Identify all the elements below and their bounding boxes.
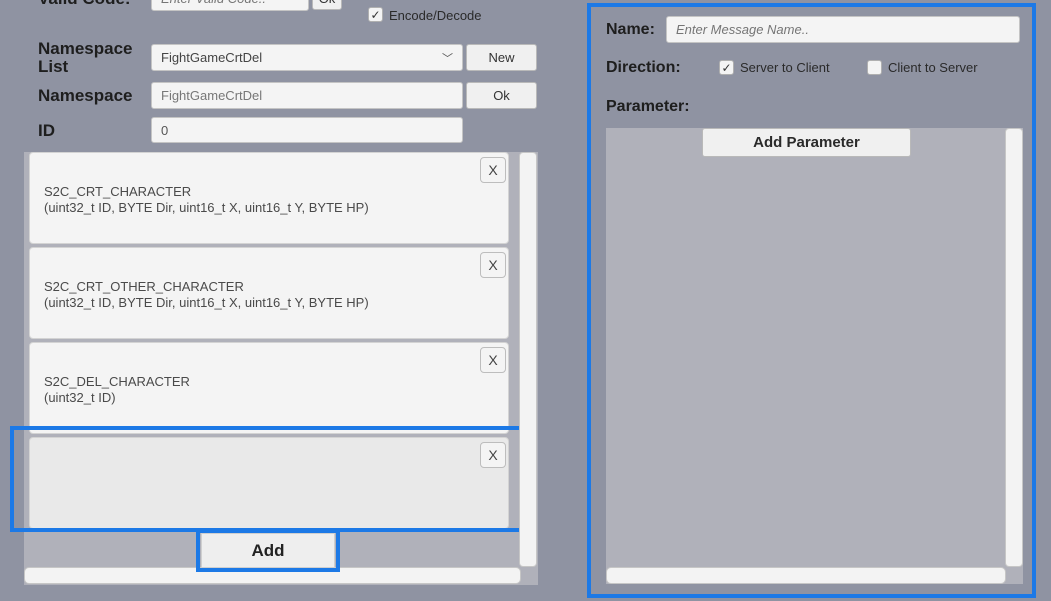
encode-decode-checkbox[interactable]: ✓ bbox=[368, 7, 383, 22]
namespace-list-dropdown[interactable]: FightGameCrtDel ﹀ bbox=[151, 44, 463, 71]
parameter-list-vertical-scrollbar[interactable] bbox=[1005, 128, 1023, 567]
server-to-client-checkbox[interactable]: ✓ bbox=[719, 60, 734, 75]
namespace-input[interactable]: FightGameCrtDel bbox=[151, 82, 463, 109]
message-params: (uint32_t ID) bbox=[44, 390, 116, 405]
direction-label: Direction: bbox=[606, 59, 681, 76]
namespace-list-selected: FightGameCrtDel bbox=[161, 50, 263, 65]
message-card[interactable]: S2C_CRT_CHARACTER (uint32_t ID, BYTE Dir… bbox=[29, 152, 509, 244]
parameter-list-panel bbox=[606, 128, 1023, 584]
message-card[interactable]: S2C_CRT_OTHER_CHARACTER (uint32_t ID, BY… bbox=[29, 247, 509, 339]
selected-message-highlight bbox=[10, 426, 528, 532]
parameter-list-horizontal-scrollbar[interactable] bbox=[606, 567, 1006, 584]
server-to-client-label: Server to Client bbox=[740, 60, 830, 75]
message-card[interactable]: S2C_DEL_CHARACTER (uint32_t ID) X bbox=[29, 342, 509, 434]
namespace-value: FightGameCrtDel bbox=[161, 88, 263, 103]
namespace-list-label: Namespace List bbox=[38, 39, 133, 76]
valid-code-label: Valid Code: bbox=[38, 0, 131, 8]
namespace-ok-button[interactable]: Ok bbox=[466, 82, 537, 109]
check-icon: ✓ bbox=[721, 60, 732, 75]
valid-code-ok-button[interactable]: Ok bbox=[312, 0, 342, 10]
chevron-down-icon: ﹀ bbox=[442, 52, 453, 65]
message-name-input[interactable] bbox=[666, 16, 1020, 43]
name-label: Name: bbox=[606, 21, 655, 38]
valid-code-input[interactable] bbox=[151, 0, 309, 11]
namespace-label: Namespace bbox=[38, 86, 133, 105]
remove-message-button[interactable]: X bbox=[480, 347, 506, 373]
id-label: ID bbox=[38, 121, 55, 140]
new-namespace-button[interactable]: New bbox=[466, 44, 537, 71]
remove-message-button[interactable]: X bbox=[480, 157, 506, 183]
message-params: (uint32_t ID, BYTE Dir, uint16_t X, uint… bbox=[44, 200, 369, 215]
client-to-server-label: Client to Server bbox=[888, 60, 978, 75]
message-list-vertical-scrollbar[interactable] bbox=[519, 152, 537, 567]
add-parameter-button[interactable]: Add Parameter bbox=[702, 128, 911, 157]
remove-message-button[interactable]: X bbox=[480, 252, 506, 278]
message-name: S2C_CRT_OTHER_CHARACTER bbox=[44, 279, 244, 294]
client-to-server-checkbox[interactable] bbox=[867, 60, 882, 75]
id-value: 0 bbox=[161, 122, 169, 138]
message-name: S2C_CRT_CHARACTER bbox=[44, 184, 192, 199]
check-icon: ✓ bbox=[370, 7, 381, 22]
id-input[interactable]: 0 bbox=[151, 117, 463, 143]
add-button-highlight bbox=[196, 529, 340, 572]
message-name: S2C_DEL_CHARACTER bbox=[44, 374, 190, 389]
parameter-label: Parameter: bbox=[606, 98, 690, 115]
encode-decode-label: Encode/Decode bbox=[389, 8, 482, 23]
message-params: (uint32_t ID, BYTE Dir, uint16_t X, uint… bbox=[44, 295, 369, 310]
